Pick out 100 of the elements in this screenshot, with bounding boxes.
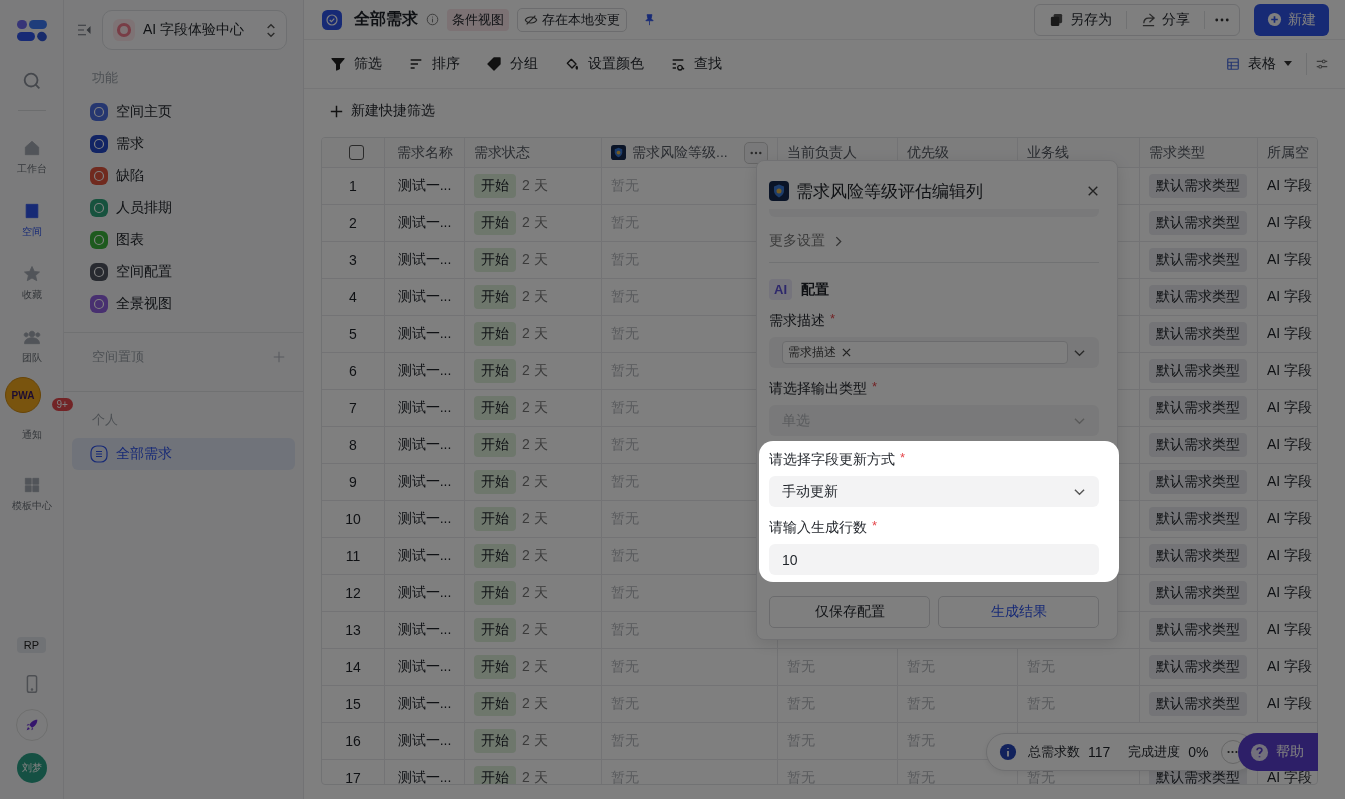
view-dropdown-button[interactable]: 表格 bbox=[1226, 55, 1292, 73]
shield-icon bbox=[769, 181, 789, 201]
row-number: 6 bbox=[322, 353, 385, 389]
rail-item[interactable]: 收藏 bbox=[21, 264, 42, 304]
rail-item[interactable]: 工作台 bbox=[16, 138, 47, 178]
type-tag: 默认需求类型 bbox=[1149, 174, 1247, 198]
stat-value: 0% bbox=[1188, 744, 1209, 760]
view-tag[interactable]: 条件视图 bbox=[447, 8, 509, 31]
table-cell-text: AI 字段 bbox=[1266, 657, 1314, 676]
table-cell-text: AI 字段 bbox=[1266, 361, 1314, 380]
caret-icon bbox=[1284, 61, 1292, 67]
quick-filter-button[interactable]: 新建快捷筛选 bbox=[330, 102, 435, 120]
column-header[interactable]: 需求状态 bbox=[465, 138, 602, 167]
chevron-down-icon bbox=[1074, 487, 1085, 496]
table-cell-text: AI 字段 bbox=[1266, 620, 1314, 639]
table-cell: 测试一... bbox=[385, 353, 465, 389]
dialog-button[interactable]: 生成结果 bbox=[938, 596, 1099, 628]
column-title: 需求风险等级... bbox=[632, 143, 728, 162]
type-tag: 默认需求类型 bbox=[1149, 322, 1247, 346]
stat-label: 完成进度 bbox=[1128, 743, 1181, 761]
type-tag: 默认需求类型 bbox=[1149, 544, 1247, 568]
row-number: 2 bbox=[322, 205, 385, 241]
env-chip[interactable]: RP bbox=[16, 637, 47, 653]
table-cell: 测试一... bbox=[385, 501, 465, 537]
type-tag: 默认需求类型 bbox=[1149, 359, 1247, 383]
collapse-icon[interactable] bbox=[76, 22, 92, 38]
table-cell-text: AI 字段 bbox=[1266, 176, 1314, 195]
select-field[interactable]: 手动更新 bbox=[769, 476, 1099, 507]
close-icon[interactable] bbox=[1087, 185, 1099, 197]
rail-item[interactable]: 模板中心 bbox=[11, 475, 52, 515]
count-badge: 9+ bbox=[51, 398, 73, 411]
rail-item[interactable]: 团队 bbox=[21, 327, 42, 367]
type-tag: 默认需求类型 bbox=[1149, 248, 1247, 272]
column-header[interactable]: 需求类型 bbox=[1139, 138, 1258, 167]
table-cell-text: AI 字段 bbox=[1266, 472, 1314, 491]
paint-bucket-icon bbox=[564, 56, 580, 72]
help-button[interactable]: 帮助 bbox=[1238, 733, 1318, 771]
duration-text: 2 天 bbox=[522, 214, 548, 232]
toolbar-button[interactable]: 筛选 bbox=[330, 55, 382, 73]
sidebar-item[interactable]: 空间配置 bbox=[72, 256, 295, 288]
pin-icon[interactable] bbox=[643, 13, 656, 26]
star-icon bbox=[21, 264, 42, 284]
feature-icon bbox=[90, 231, 108, 249]
table-cell-text: AI 字段 bbox=[1266, 324, 1314, 343]
select-all-checkbox[interactable] bbox=[349, 145, 364, 160]
status-tag: 开始 bbox=[474, 285, 516, 309]
type-tag: 默认需求类型 bbox=[1149, 655, 1247, 679]
settings-sliders-icon[interactable] bbox=[1315, 57, 1329, 71]
column-header[interactable]: 所属空 bbox=[1258, 138, 1317, 167]
status-tag: 开始 bbox=[474, 692, 516, 716]
remove-icon[interactable] bbox=[842, 348, 851, 357]
info-icon[interactable] bbox=[426, 13, 439, 26]
table-cell-text: AI 字段 bbox=[1266, 213, 1314, 232]
type-tag: 默认需求类型 bbox=[1149, 618, 1247, 642]
header-action-button[interactable]: 分享 bbox=[1127, 10, 1205, 29]
list-icon bbox=[90, 445, 108, 463]
local-changes-button[interactable]: 存在本地变更 bbox=[517, 7, 627, 32]
toolbar-button[interactable]: 设置颜色 bbox=[564, 55, 644, 73]
required-mark: * bbox=[872, 519, 878, 535]
type-tag: 默认需求类型 bbox=[1149, 507, 1247, 531]
select-field[interactable]: 需求描述 bbox=[769, 337, 1099, 368]
sidebar-item[interactable]: 人员排期 bbox=[72, 192, 295, 224]
duration-text: 2 天 bbox=[522, 695, 548, 713]
copy-icon bbox=[1049, 12, 1064, 27]
column-header[interactable]: 需求名称 bbox=[385, 138, 465, 167]
find-icon bbox=[670, 56, 686, 72]
space-selector[interactable]: AI 字段体验中心 bbox=[102, 10, 287, 50]
logo-icon[interactable] bbox=[16, 20, 47, 42]
shield-icon bbox=[611, 145, 626, 160]
duration-text: 2 天 bbox=[522, 732, 548, 750]
table-cell: 测试一... bbox=[385, 649, 465, 685]
row-number: 14 bbox=[322, 649, 385, 685]
new-button[interactable]: 新建 bbox=[1254, 3, 1329, 36]
sidebar-item[interactable]: 需求 bbox=[72, 128, 295, 160]
sort-icon bbox=[408, 56, 424, 72]
sidebar-item[interactable]: 全景视图 bbox=[72, 288, 295, 320]
header-action-button[interactable]: 另存为 bbox=[1035, 10, 1127, 29]
status-tag: 开始 bbox=[474, 544, 516, 568]
toolbar-button[interactable]: 排序 bbox=[408, 55, 460, 73]
sidebar-item[interactable]: 空间主页 bbox=[72, 96, 295, 128]
rail-item[interactable]: 空间 bbox=[21, 201, 42, 241]
sidebar-item[interactable]: 缺陷 bbox=[72, 160, 295, 192]
duration-text: 2 天 bbox=[522, 769, 548, 784]
toolbar-button[interactable]: 查找 bbox=[670, 55, 722, 73]
chevron-right-icon bbox=[835, 235, 842, 247]
table-cell: 测试一... bbox=[385, 427, 465, 463]
toolbar-button[interactable]: 分组 bbox=[486, 55, 538, 73]
plus-icon[interactable] bbox=[273, 351, 285, 363]
dialog-button[interactable]: 仅保存配置 bbox=[769, 596, 930, 628]
sidebar-item[interactable]: 全部需求 bbox=[72, 438, 295, 470]
user-avatar[interactable]: 刘梦 bbox=[16, 753, 47, 783]
table-cell: 测试一... bbox=[385, 612, 465, 648]
row-number: 12 bbox=[322, 575, 385, 611]
pwa-badge[interactable]: PWA bbox=[5, 377, 41, 413]
column-menu-button[interactable] bbox=[744, 141, 768, 164]
share-icon bbox=[1141, 12, 1156, 27]
table-cell: 测试一... bbox=[385, 279, 465, 315]
sidebar-item[interactable]: 图表 bbox=[72, 224, 295, 256]
duration-text: 2 天 bbox=[522, 177, 548, 195]
input-field[interactable]: 10 bbox=[769, 544, 1099, 575]
